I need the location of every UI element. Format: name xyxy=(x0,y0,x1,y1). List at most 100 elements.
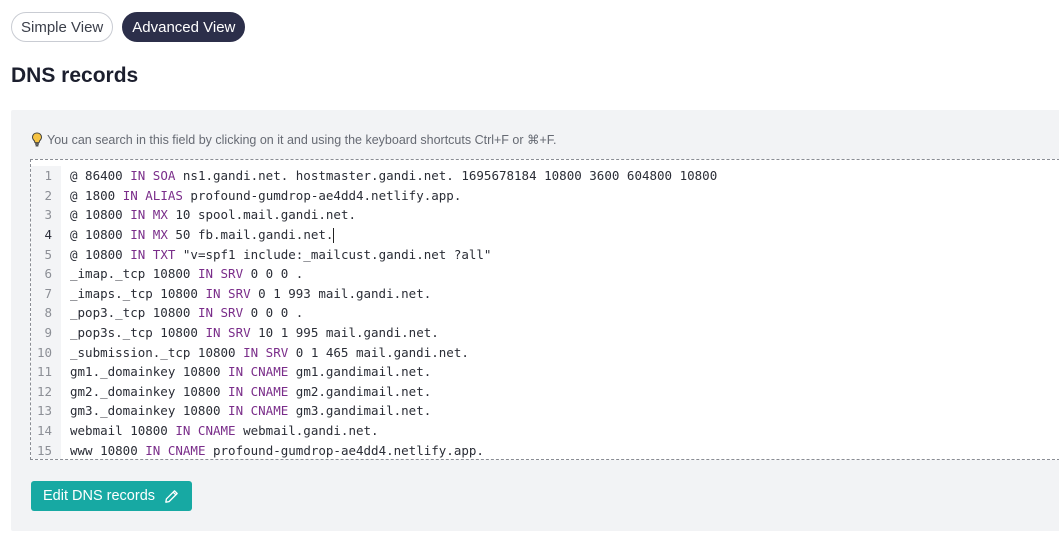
line-number: 12 xyxy=(31,381,61,402)
dns-record-text: webmail 10800 IN CNAME webmail.gandi.net… xyxy=(61,423,379,438)
dns-record-text: @ 86400 IN SOA ns1.gandi.net. hostmaster… xyxy=(61,168,717,183)
edit-dns-records-label: Edit DNS records xyxy=(43,488,156,504)
line-number: 11 xyxy=(31,361,61,382)
line-number: 6 xyxy=(31,263,61,284)
dns-record-text: @ 10800 IN TXT "v=spf1 include:_mailcust… xyxy=(61,247,491,262)
dns-record-text: @ 10800 IN MX 10 spool.mail.gandi.net. xyxy=(61,207,356,222)
dns-record-text: _imap._tcp 10800 IN SRV 0 0 0 . xyxy=(61,266,303,281)
record-type-keyword: IN SOA xyxy=(130,168,176,184)
editor-line[interactable]: 1 @ 86400 IN SOA ns1.gandi.net. hostmaste… xyxy=(31,166,1059,186)
record-text-segment: 0 0 0 . xyxy=(243,266,304,282)
record-text-segment: profound-gumdrop-ae4dd4.netlify.app. xyxy=(182,187,462,203)
record-type-keyword: IN SRV xyxy=(205,285,251,301)
record-type-keyword: IN SRV xyxy=(197,266,244,282)
record-text-segment: @ 1800 xyxy=(70,187,123,203)
record-text-segment: @ 10800 xyxy=(70,226,131,242)
edit-dns-records-button[interactable]: Edit DNS records xyxy=(31,481,193,511)
record-text-segment: 10 1 995 mail.gandi.net. xyxy=(250,325,439,341)
record-text-segment: gm3._domainkey 10800 xyxy=(70,403,229,419)
line-number: 10 xyxy=(31,342,61,362)
dns-zone-editor[interactable]: 1 @ 86400 IN SOA ns1.gandi.net. hostmaste… xyxy=(30,159,1059,460)
dns-record-text: _pop3s._tcp 10800 IN SRV 10 1 995 mail.g… xyxy=(61,325,439,340)
record-text-segment: webmail 10800 xyxy=(70,423,176,439)
record-text-segment: gm2.gandimail.net. xyxy=(288,383,432,399)
dns-record-text: _pop3._tcp 10800 IN SRV 0 0 0 . xyxy=(61,305,303,320)
record-text-segment: _pop3s._tcp 10800 xyxy=(70,325,206,341)
line-number: 13 xyxy=(31,401,61,421)
search-hint-text: You can search in this field by clicking… xyxy=(47,133,557,147)
record-type-keyword: IN CNAME xyxy=(145,442,206,458)
editor-line[interactable]: 3 @ 10800 IN MX 10 spool.mail.gandi.net. xyxy=(31,205,1059,225)
record-text-segment: gm1.gandimail.net. xyxy=(288,364,432,380)
line-number: 15 xyxy=(31,440,61,459)
editor-line[interactable]: 15 www 10800 IN CNAME profound-gumdrop-ae… xyxy=(31,440,1059,459)
record-text-segment: 10 spool.mail.gandi.net. xyxy=(167,207,357,223)
dns-record-text: @ 1800 IN ALIAS profound-gumdrop-ae4dd4.… xyxy=(61,188,461,203)
line-number: 2 xyxy=(31,185,61,206)
record-type-keyword: IN SRV xyxy=(205,325,251,341)
record-text-segment: _submission._tcp 10800 xyxy=(70,344,244,360)
record-type-keyword: IN SRV xyxy=(197,305,244,321)
record-text-segment: _imap._tcp 10800 xyxy=(70,266,198,282)
record-text-segment: 0 0 0 . xyxy=(243,305,304,321)
editor-line[interactable]: 13 gm3._domainkey 10800 IN CNAME gm3.gand… xyxy=(31,401,1059,421)
editor-line[interactable]: 2 @ 1800 IN ALIAS profound-gumdrop-ae4dd4… xyxy=(31,185,1059,206)
editor-line[interactable]: 6 _imap._tcp 10800 IN SRV 0 0 0 . xyxy=(31,263,1059,284)
line-number: 4 xyxy=(31,224,61,245)
line-number: 8 xyxy=(31,303,61,323)
text-cursor xyxy=(333,227,335,243)
dns-record-text: gm1._domainkey 10800 IN CNAME gm1.gandim… xyxy=(61,364,431,379)
record-text-segment: @ 10800 xyxy=(70,207,131,223)
dns-record-text: @ 10800 IN MX 50 fb.mail.gandi.net. xyxy=(61,226,335,243)
record-text-segment: _pop3._tcp 10800 xyxy=(70,305,198,321)
line-number: 5 xyxy=(31,244,61,264)
record-text-segment: 50 fb.mail.gandi.net. xyxy=(167,226,334,242)
record-type-keyword: IN CNAME xyxy=(228,403,289,419)
record-text-segment: gm2._domainkey 10800 xyxy=(70,383,229,399)
record-text-segment: 0 1 993 mail.gandi.net. xyxy=(250,285,432,301)
dns-record-text: _imaps._tcp 10800 IN SRV 0 1 993 mail.ga… xyxy=(61,286,431,301)
record-text-segment: gm3.gandimail.net. xyxy=(288,403,432,419)
record-text-segment: ns1.gandi.net. hostmaster.gandi.net. 169… xyxy=(175,168,718,184)
editor-line[interactable]: 4 @ 10800 IN MX 50 fb.mail.gandi.net. xyxy=(31,224,1059,245)
editor-line[interactable]: 11 gm1._domainkey 10800 IN CNAME gm1.gand… xyxy=(31,361,1059,382)
record-type-keyword: IN CNAME xyxy=(228,364,289,380)
record-text-segment: www 10800 xyxy=(70,442,146,458)
pencil-icon xyxy=(165,489,178,503)
record-type-keyword: IN MX xyxy=(130,226,168,242)
dns-record-text: _submission._tcp 10800 IN SRV 0 1 465 ma… xyxy=(61,345,469,360)
record-text-segment: "v=spf1 include:_mailcust.gandi.net ?all… xyxy=(175,246,492,262)
line-number: 7 xyxy=(31,283,61,304)
record-text-segment: webmail.gandi.net. xyxy=(235,423,379,439)
editor-line[interactable]: 5 @ 10800 IN TXT "v=spf1 include:_mailcus… xyxy=(31,244,1059,264)
search-hint: You can search in this field by clicking… xyxy=(31,132,557,147)
record-type-keyword: IN MX xyxy=(130,207,168,223)
line-number: 9 xyxy=(31,322,61,343)
line-number: 1 xyxy=(31,166,61,186)
line-number: 3 xyxy=(31,205,61,225)
editor-line[interactable]: 8 _pop3._tcp 10800 IN SRV 0 0 0 . xyxy=(31,303,1059,323)
simple-view-button[interactable]: Simple View xyxy=(11,12,114,42)
record-text-segment: @ 86400 xyxy=(70,168,131,184)
editor-line[interactable]: 9 _pop3s._tcp 10800 IN SRV 10 1 995 mail.… xyxy=(31,322,1059,343)
editor-line[interactable]: 10 _submission._tcp 10800 IN SRV 0 1 465 … xyxy=(31,342,1059,362)
editor-line[interactable]: 14 webmail 10800 IN CNAME webmail.gandi.n… xyxy=(31,420,1059,441)
record-type-keyword: IN ALIAS xyxy=(122,187,183,203)
record-text-segment: 0 1 465 mail.gandi.net. xyxy=(288,344,469,360)
editor-line[interactable]: 7 _imaps._tcp 10800 IN SRV 0 1 993 mail.g… xyxy=(31,283,1059,304)
page-title: DNS records xyxy=(11,64,139,87)
line-number: 14 xyxy=(31,420,61,441)
record-type-keyword: IN TXT xyxy=(130,246,176,262)
record-text-segment: @ 10800 xyxy=(70,246,131,262)
dns-record-text: gm3._domainkey 10800 IN CNAME gm3.gandim… xyxy=(61,403,431,418)
dns-record-text: www 10800 IN CNAME profound-gumdrop-ae4d… xyxy=(61,443,484,458)
record-type-keyword: IN CNAME xyxy=(175,423,236,439)
view-toggle: Simple View Advanced View xyxy=(11,12,246,42)
dns-editor-panel: You can search in this field by clicking… xyxy=(11,110,1059,531)
lightbulb-icon xyxy=(32,132,42,147)
editor-line[interactable]: 12 gm2._domainkey 10800 IN CNAME gm2.gand… xyxy=(31,381,1059,402)
advanced-view-button[interactable]: Advanced View xyxy=(122,12,246,42)
record-type-keyword: IN SRV xyxy=(243,344,289,360)
record-text-segment: profound-gumdrop-ae4dd4.netlify.app. xyxy=(205,442,484,458)
record-text-segment: gm1._domainkey 10800 xyxy=(70,364,229,380)
